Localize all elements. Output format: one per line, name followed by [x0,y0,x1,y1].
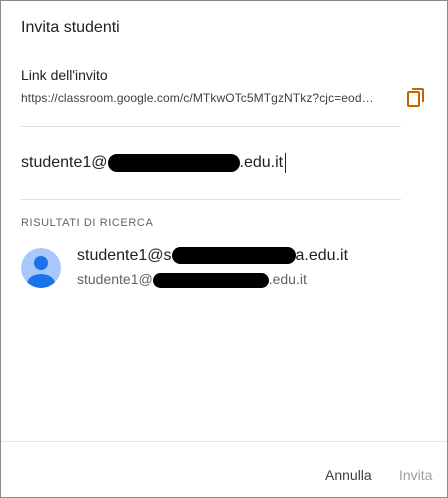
invite-link-label: Link dell'invito [21,67,108,83]
search-result-item[interactable]: studente1@s a.edu.it studente1@ .edu.it [21,245,421,293]
search-value-suffix: .edu.it [239,154,284,171]
search-value-prefix: studente1@ [21,154,108,171]
redaction-mask [107,154,240,172]
divider [21,126,401,127]
copy-icon [407,88,424,107]
result-email-suffix: .edu.it [268,271,307,287]
text-caret [285,153,287,173]
result-email-prefix: studente1@ [77,271,153,287]
dialog-title: Invita studenti [21,19,120,36]
invite-students-dialog: Invita studenti Link dell'invito https:/… [0,0,448,498]
search-results-label: RISULTATI DI RICERCA [21,217,154,229]
cancel-button[interactable]: Annulla [325,467,372,483]
person-avatar-icon [21,248,61,288]
avatar [21,248,61,288]
redaction-mask [171,247,296,265]
result-name: studente1@s a.edu.it [77,247,348,265]
footer-divider [1,441,447,442]
divider [21,199,401,200]
result-name-suffix: a.edu.it [295,247,349,264]
student-search-input[interactable]: studente1@ .edu.it [21,149,401,177]
result-email: studente1@ .edu.it [77,271,307,288]
redaction-mask [152,272,269,288]
invite-link-url[interactable]: https://classroom.google.com/c/MTkwOTc5M… [21,91,393,105]
result-name-prefix: studente1@s [77,247,172,264]
copy-link-button[interactable] [403,85,429,111]
invite-button[interactable]: Invita [399,467,432,483]
